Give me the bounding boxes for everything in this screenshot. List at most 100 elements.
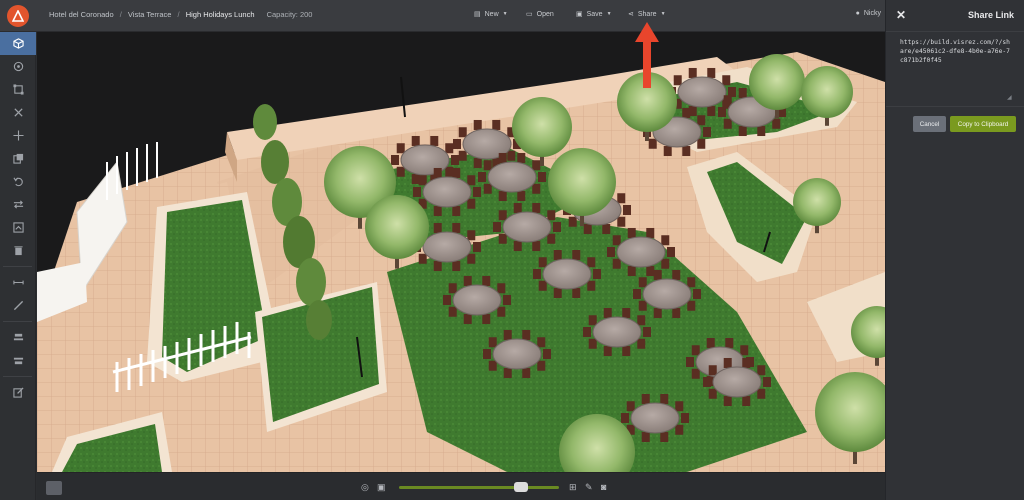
chair[interactable] xyxy=(723,396,732,407)
chair[interactable] xyxy=(682,146,691,157)
chair[interactable] xyxy=(483,183,492,194)
table-top[interactable] xyxy=(542,258,592,290)
chair[interactable] xyxy=(667,247,675,257)
chair[interactable] xyxy=(452,222,461,233)
chair[interactable] xyxy=(738,126,747,137)
tool-align-bottom[interactable] xyxy=(0,349,36,372)
chair[interactable] xyxy=(445,143,454,154)
chair[interactable] xyxy=(433,206,442,217)
chair[interactable] xyxy=(588,315,597,326)
chair[interactable] xyxy=(686,357,694,367)
user-menu[interactable]: ● Nicky xyxy=(856,10,881,17)
chair[interactable] xyxy=(587,280,596,291)
chair[interactable] xyxy=(467,175,476,186)
chair[interactable] xyxy=(638,277,647,288)
chair[interactable] xyxy=(588,338,597,349)
tool-edit[interactable] xyxy=(0,381,36,404)
chair[interactable] xyxy=(488,337,497,348)
pen-icon[interactable]: ✎ xyxy=(585,482,593,493)
table-top[interactable] xyxy=(422,231,472,263)
chair[interactable] xyxy=(482,275,491,286)
chair[interactable] xyxy=(697,115,706,126)
chair[interactable] xyxy=(553,222,561,232)
open-button[interactable]: ▭ Open xyxy=(526,10,554,19)
chair[interactable] xyxy=(626,401,635,412)
chair[interactable] xyxy=(633,289,641,299)
chair[interactable] xyxy=(473,119,482,130)
chair[interactable] xyxy=(722,75,731,86)
tool-trash[interactable] xyxy=(0,239,36,262)
tool-align-top[interactable] xyxy=(0,326,36,349)
table-top[interactable] xyxy=(452,284,502,316)
chair[interactable] xyxy=(660,393,669,404)
chair[interactable] xyxy=(622,346,631,357)
app-logo[interactable] xyxy=(7,5,29,27)
table-top[interactable] xyxy=(502,211,552,243)
chair[interactable] xyxy=(497,306,506,317)
tool-frame[interactable] xyxy=(0,78,36,101)
chair[interactable] xyxy=(687,277,696,288)
chair[interactable] xyxy=(483,160,492,171)
chair[interactable] xyxy=(553,288,562,299)
chair[interactable] xyxy=(391,155,399,165)
chair[interactable] xyxy=(707,67,716,78)
chair[interactable] xyxy=(553,249,562,260)
3d-viewport[interactable] xyxy=(37,32,885,472)
chair[interactable] xyxy=(675,424,684,435)
chair[interactable] xyxy=(396,143,405,154)
share-link-field[interactable]: https://build.visrez.com/?/share/e45061c… xyxy=(900,38,1012,100)
chair[interactable] xyxy=(568,216,577,227)
chair[interactable] xyxy=(708,388,717,399)
breadcrumb-venue[interactable]: Hotel del Coronado xyxy=(49,10,114,19)
tool-copy[interactable] xyxy=(0,147,36,170)
chair[interactable] xyxy=(418,253,427,264)
grid-icon[interactable]: ⊞ xyxy=(569,482,577,493)
chair[interactable] xyxy=(708,365,717,376)
chair[interactable] xyxy=(603,307,612,318)
chair[interactable] xyxy=(691,345,700,356)
chair[interactable] xyxy=(663,146,672,157)
chair[interactable] xyxy=(602,224,611,235)
chair[interactable] xyxy=(740,345,749,356)
chair[interactable] xyxy=(463,314,472,325)
chair[interactable] xyxy=(675,401,684,412)
close-icon[interactable]: ✕ xyxy=(896,8,906,22)
chair[interactable] xyxy=(661,235,670,246)
chair[interactable] xyxy=(498,233,507,244)
chair[interactable] xyxy=(498,210,507,221)
chair[interactable] xyxy=(445,166,454,177)
chair[interactable] xyxy=(452,167,461,178)
chair[interactable] xyxy=(532,183,541,194)
table-top[interactable] xyxy=(642,278,692,310)
chair[interactable] xyxy=(433,261,442,272)
share-button[interactable]: ⋖ Share ▼ xyxy=(628,10,666,19)
chair[interactable] xyxy=(672,269,681,280)
chair[interactable] xyxy=(627,227,636,238)
table-top[interactable] xyxy=(487,161,537,193)
chair[interactable] xyxy=(443,295,451,305)
chair[interactable] xyxy=(703,127,711,137)
table-top[interactable] xyxy=(630,402,680,434)
breadcrumb-room[interactable]: Vista Terrace xyxy=(128,10,172,19)
chair[interactable] xyxy=(725,337,734,348)
chair[interactable] xyxy=(482,314,491,325)
chair[interactable] xyxy=(498,191,507,202)
chair[interactable] xyxy=(707,106,716,117)
chair[interactable] xyxy=(507,150,516,161)
chair[interactable] xyxy=(538,172,546,182)
chair[interactable] xyxy=(513,202,522,213)
copy-to-clipboard-button[interactable]: Copy to Clipboard xyxy=(950,116,1016,132)
zoom-slider-handle[interactable] xyxy=(514,482,528,492)
table-top[interactable] xyxy=(492,338,542,370)
chair[interactable] xyxy=(452,261,461,272)
chair[interactable] xyxy=(473,187,481,197)
tool-paint[interactable] xyxy=(0,55,36,78)
chair[interactable] xyxy=(723,95,732,106)
chair[interactable] xyxy=(452,206,461,217)
chair[interactable] xyxy=(612,258,621,269)
chair[interactable] xyxy=(593,269,601,279)
chair[interactable] xyxy=(638,300,647,311)
chair[interactable] xyxy=(757,365,766,376)
table-top[interactable] xyxy=(400,144,450,176)
chair[interactable] xyxy=(522,368,531,379)
